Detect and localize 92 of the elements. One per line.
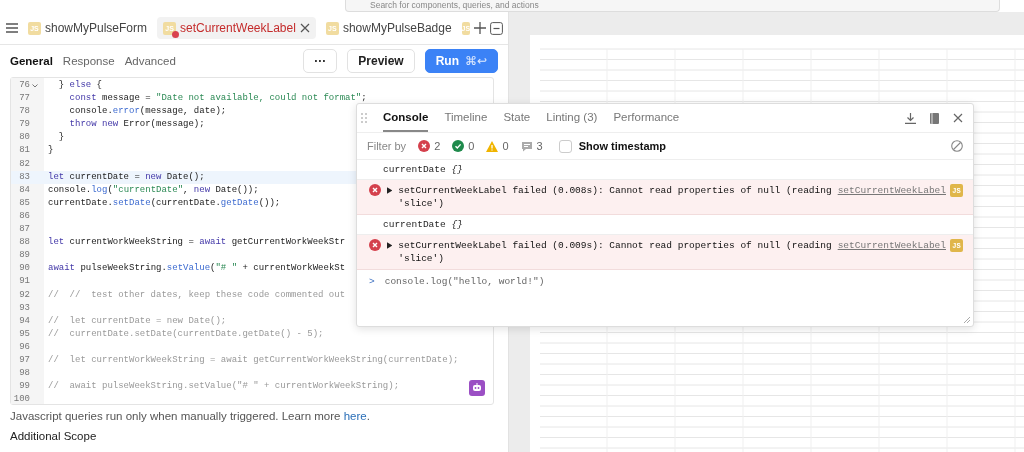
log-message: currentDate {} bbox=[383, 164, 463, 175]
code-line: } bbox=[47, 144, 54, 158]
assistant-icon[interactable] bbox=[469, 380, 485, 396]
filter-count[interactable]: 2 bbox=[434, 140, 441, 152]
code-line: let currentWorkWeekString = await getCurrentWorkWeekStr bbox=[47, 236, 346, 250]
line-number: 99 bbox=[19, 380, 30, 394]
code-line: // await pulseWeekString.setValue("# " + currentWorkWeekString); bbox=[47, 380, 400, 394]
section-tab[interactable]: General bbox=[10, 55, 53, 67]
line-number: 83 bbox=[19, 170, 30, 184]
run-button[interactable]: Run ⌘↩ bbox=[424, 49, 498, 73]
drag-handle-icon[interactable] bbox=[361, 113, 367, 123]
source-link[interactable]: setCurrentWeekLabel bbox=[837, 240, 946, 251]
error-message: setCurrentWeekLabel failed (0.009s): Cannot read properties of null (reading 'slice') bbox=[398, 239, 832, 265]
source-link[interactable]: setCurrentWeekLabel bbox=[837, 185, 946, 196]
line-number: 80 bbox=[19, 131, 30, 145]
fold-icon[interactable] bbox=[32, 83, 38, 88]
line-number: 97 bbox=[19, 353, 30, 367]
code-line: } bbox=[57, 131, 65, 145]
resize-handle-icon[interactable] bbox=[963, 316, 971, 324]
line-number: 95 bbox=[19, 327, 30, 341]
check-icon bbox=[452, 140, 465, 152]
line-number: 96 bbox=[19, 340, 30, 354]
download-icon[interactable] bbox=[905, 112, 916, 124]
line-number: 93 bbox=[19, 301, 30, 315]
section-tab[interactable]: Response bbox=[62, 55, 115, 67]
console-tab[interactable]: Performance bbox=[613, 104, 680, 132]
code-line: await pulseWeekString.setValue("# " + currentWorkWeekSt bbox=[47, 262, 346, 276]
line-number: 91 bbox=[19, 275, 30, 289]
section-heading: Additional Scope bbox=[9, 429, 98, 442]
console-input[interactable]: console.log("hello, world!") bbox=[384, 276, 545, 287]
code-line: console.log("currentDate", new Date()); bbox=[47, 183, 259, 197]
plus-icon[interactable] bbox=[474, 22, 487, 34]
console-tab[interactable]: Linting (3) bbox=[546, 104, 598, 132]
line-number: 94 bbox=[19, 314, 30, 328]
clear-icon[interactable] bbox=[951, 140, 963, 152]
line-number: 85 bbox=[19, 196, 30, 210]
code-line: throw new Error(message); bbox=[68, 118, 205, 132]
search-field[interactable]: Search for components, queries, and actions bbox=[345, 0, 1000, 12]
line-number: 89 bbox=[19, 249, 30, 263]
log-message: currentDate {} bbox=[383, 219, 463, 230]
warning-icon bbox=[486, 140, 499, 152]
prompt-icon: > bbox=[369, 276, 375, 287]
code-line: // let currentWorkWeekString = await getCurrentWorkWeekString(currentDate); bbox=[47, 353, 459, 367]
code-line: const message = "Date not available, could not format"; bbox=[68, 92, 367, 106]
line-number: 87 bbox=[19, 223, 30, 237]
code-line: console.error(message, date); bbox=[68, 105, 227, 119]
expand-icon[interactable] bbox=[387, 187, 393, 194]
line-number: 90 bbox=[19, 262, 30, 276]
line-number: 100 bbox=[13, 393, 30, 407]
code-line: currentDate.setDate(currentDate.getDate()); bbox=[47, 196, 281, 210]
filter-label: Filter by bbox=[367, 140, 407, 152]
expand-icon[interactable] bbox=[387, 242, 393, 249]
filter-count[interactable]: 0 bbox=[502, 140, 509, 152]
filter-count[interactable]: 0 bbox=[468, 140, 475, 152]
code-line: } else { bbox=[57, 79, 103, 92]
help-text: Javascript queries run only when manually triggered. Learn more here. bbox=[9, 409, 371, 422]
error-icon bbox=[369, 239, 381, 251]
close-icon[interactable] bbox=[953, 113, 963, 123]
error-dot-icon bbox=[172, 30, 180, 38]
more-button[interactable]: ··· bbox=[303, 49, 338, 73]
timestamp-checkbox[interactable] bbox=[558, 139, 572, 153]
book-icon[interactable] bbox=[930, 112, 939, 124]
line-number: 81 bbox=[19, 144, 30, 158]
code-line: let currentDate = new Date(); bbox=[47, 170, 205, 184]
console-tab[interactable]: Timeline bbox=[444, 104, 488, 132]
menu-icon[interactable] bbox=[6, 23, 18, 33]
section-tab[interactable]: Advanced bbox=[124, 55, 176, 67]
error-icon bbox=[369, 184, 381, 196]
code-line: // let currentDate = new Date(); bbox=[47, 314, 227, 328]
error-message: setCurrentWeekLabel failed (0.008s): Cannot read properties of null (reading 'slice') bbox=[398, 184, 832, 210]
message-icon bbox=[520, 140, 533, 152]
filter-count[interactable]: 3 bbox=[536, 140, 543, 152]
console-tab[interactable]: Console bbox=[383, 104, 429, 132]
preview-button[interactable]: Preview bbox=[347, 49, 415, 73]
collapse-icon[interactable] bbox=[490, 21, 504, 35]
line-number: 86 bbox=[19, 209, 30, 223]
line-number: 77 bbox=[19, 92, 30, 106]
line-number: 98 bbox=[19, 367, 30, 381]
line-number: 92 bbox=[19, 288, 30, 302]
line-number: 78 bbox=[19, 105, 30, 119]
console-tab[interactable]: State bbox=[503, 104, 531, 132]
line-number: 79 bbox=[19, 118, 30, 132]
line-number: 82 bbox=[19, 157, 30, 171]
close-icon[interactable] bbox=[299, 23, 310, 33]
line-number: 84 bbox=[19, 183, 30, 197]
code-line: // // test other dates, keep these code commented out bbox=[47, 288, 346, 302]
code-line: // currentDate.setDate(currentDate.getDate() - 5); bbox=[47, 327, 324, 341]
line-number: 76 bbox=[19, 79, 30, 92]
checkbox-label: Show timestamp bbox=[578, 140, 667, 152]
error-icon bbox=[418, 140, 431, 152]
learn-more-link[interactable]: here bbox=[343, 410, 367, 422]
line-number: 88 bbox=[19, 236, 30, 250]
